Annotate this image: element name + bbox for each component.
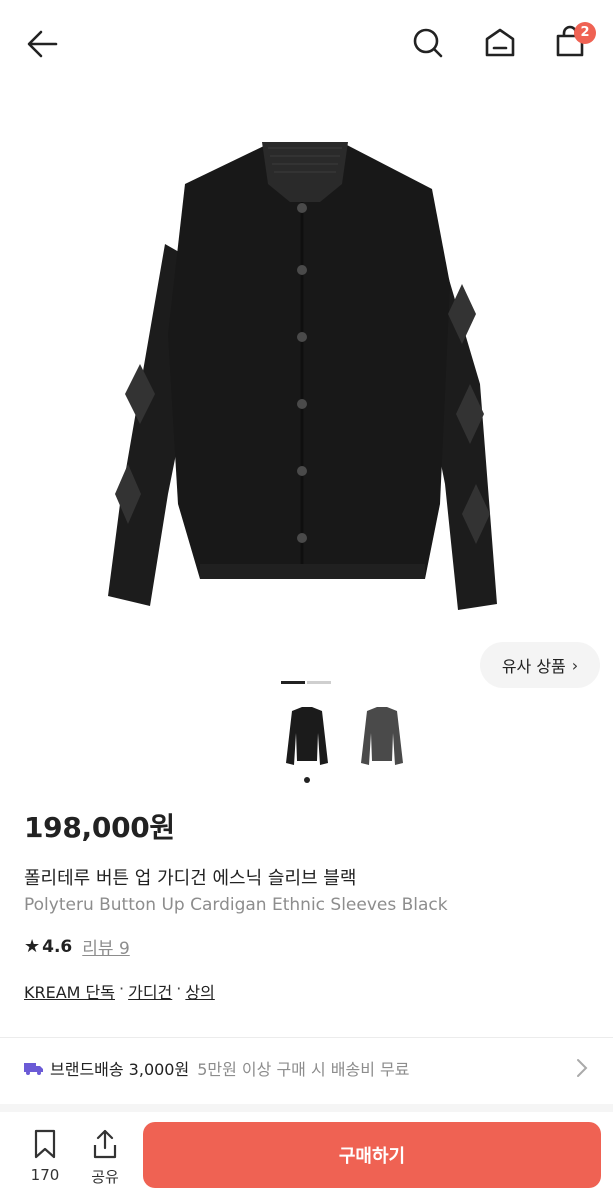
bookmark-icon [34,1129,56,1159]
back-arrow-icon[interactable] [22,24,62,64]
category-tags: KREAM 단독 · 가디건 · 상의 [24,979,215,1003]
selected-thumbnail-dot [304,777,310,783]
section-divider [0,1037,613,1038]
share-icon [93,1129,117,1159]
product-image-carousel[interactable] [0,84,613,694]
shipping-fee-label: 브랜드배송 3,000원 [50,1060,190,1079]
share-label: 공유 [91,1168,119,1186]
similar-products-label: 유사 상품 [501,657,566,676]
section-gap [0,1104,613,1112]
home-icon[interactable] [480,22,520,62]
top-navigation-bar: 2 [0,0,613,84]
search-icon[interactable] [408,22,448,62]
review-link[interactable]: 리뷰 9 [82,934,130,959]
thumbnail-cardigan-grey[interactable] [355,703,409,773]
product-main-image [108,142,497,610]
product-name-korean: 폴리테루 버튼 업 가디건 에스닉 슬리브 블랙 [24,868,357,889]
tag-separator: · [176,979,182,998]
tag-kream-exclusive[interactable]: KREAM 단독 [24,979,115,1003]
free-shipping-note: 5만원 이상 구매 시 배송비 무료 [197,1060,410,1079]
tag-separator: · [119,979,125,998]
rating-score: 4.6 [42,936,73,957]
thumbnail-cardigan-black[interactable] [280,703,334,773]
chevron-right-icon [577,1059,588,1077]
similar-products-button[interactable]: 유사 상품 › [480,642,600,688]
product-price: 198,000원 [24,811,175,844]
chevron-right-icon: › [571,655,579,675]
cart-count-badge: 2 [574,22,596,44]
shipping-info-row[interactable]: 브랜드배송 3,000원 5만원 이상 구매 시 배송비 무료 [0,1040,613,1096]
carousel-indicator-inactive [307,681,331,684]
star-icon: ★ [24,936,41,957]
share-button[interactable]: 공유 [82,1128,128,1187]
bookmark-count: 170 [30,1166,60,1184]
bottom-action-bar: 170 공유 구매하기 [0,1112,613,1200]
tag-cardigan[interactable]: 가디건 [128,979,172,1003]
rating-row: ★ 4.6 리뷰 9 [24,934,130,959]
delivery-truck-icon [24,1063,43,1075]
carousel-indicator-active [281,681,305,684]
buy-button[interactable]: 구매하기 [143,1122,601,1188]
tag-tops[interactable]: 상의 [185,979,214,1003]
product-name-english: Polyteru Button Up Cardigan Ethnic Sleev… [24,895,448,915]
bookmark-button[interactable]: 170 [22,1128,68,1184]
